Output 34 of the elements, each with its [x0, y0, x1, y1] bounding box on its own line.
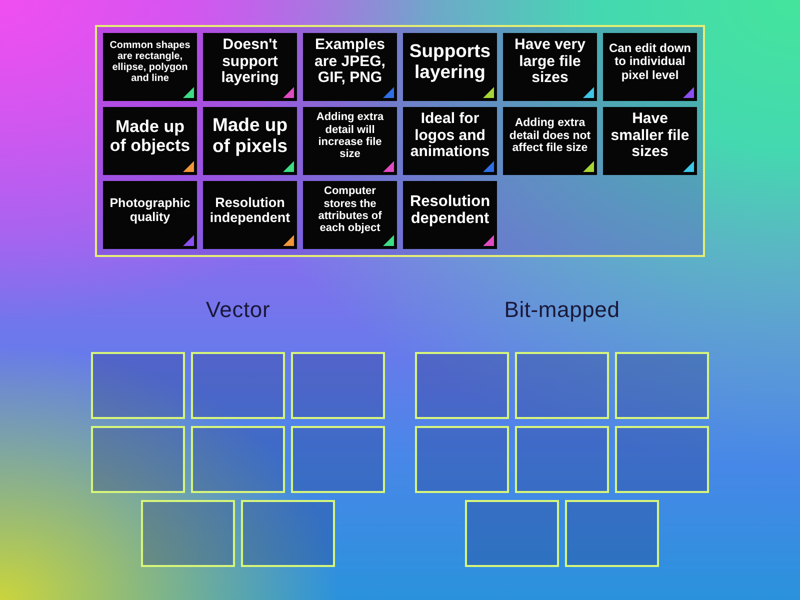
drop-zone[interactable] — [415, 352, 509, 419]
drop-zone[interactable] — [465, 500, 559, 567]
answer-card[interactable]: Can edit down to individual pixel level — [603, 33, 697, 101]
drop-zone[interactable] — [615, 426, 709, 493]
drop-zone[interactable] — [291, 426, 385, 493]
drop-zone[interactable] — [91, 426, 185, 493]
drop-zone[interactable] — [565, 500, 659, 567]
category-heading: Vector — [206, 296, 270, 324]
answer-card[interactable]: Made up of pixels — [203, 107, 297, 175]
answer-card[interactable]: Doesn't support layering — [203, 33, 297, 101]
drop-zone[interactable] — [515, 352, 609, 419]
answer-card[interactable]: Have smaller file sizes — [603, 107, 697, 175]
answer-card[interactable]: Made up of objects — [103, 107, 197, 175]
drop-zone[interactable] — [291, 352, 385, 419]
drop-zone[interactable] — [615, 352, 709, 419]
answer-card[interactable]: Resolution dependent — [403, 181, 497, 249]
drop-zone[interactable] — [91, 352, 185, 419]
drop-zone[interactable] — [191, 426, 285, 493]
answer-card[interactable]: Ideal for logos and animations — [403, 107, 497, 175]
answer-card[interactable]: Examples are JPEG, GIF, PNG — [303, 33, 397, 101]
answer-card[interactable]: Adding extra detail will increase file size — [303, 107, 397, 175]
answer-card[interactable]: Computer stores the attributes of each object — [303, 181, 397, 249]
answer-card[interactable]: Supports layering — [403, 33, 497, 101]
answer-card[interactable]: Adding extra detail does not affect file size — [503, 107, 597, 175]
answer-card[interactable]: Have very large file sizes — [503, 33, 597, 101]
drop-zone[interactable] — [141, 500, 235, 567]
answer-card[interactable]: Photographic quality — [103, 181, 197, 249]
drop-zone[interactable] — [515, 426, 609, 493]
drop-zone[interactable] — [415, 426, 509, 493]
answer-card[interactable]: Common shapes are rectangle, ellipse, polygon and line — [103, 33, 197, 101]
drop-zone[interactable] — [241, 500, 335, 567]
drop-zone[interactable] — [191, 352, 285, 419]
category-heading: Bit-mapped — [504, 296, 620, 324]
answer-card[interactable]: Resolution independent — [203, 181, 297, 249]
